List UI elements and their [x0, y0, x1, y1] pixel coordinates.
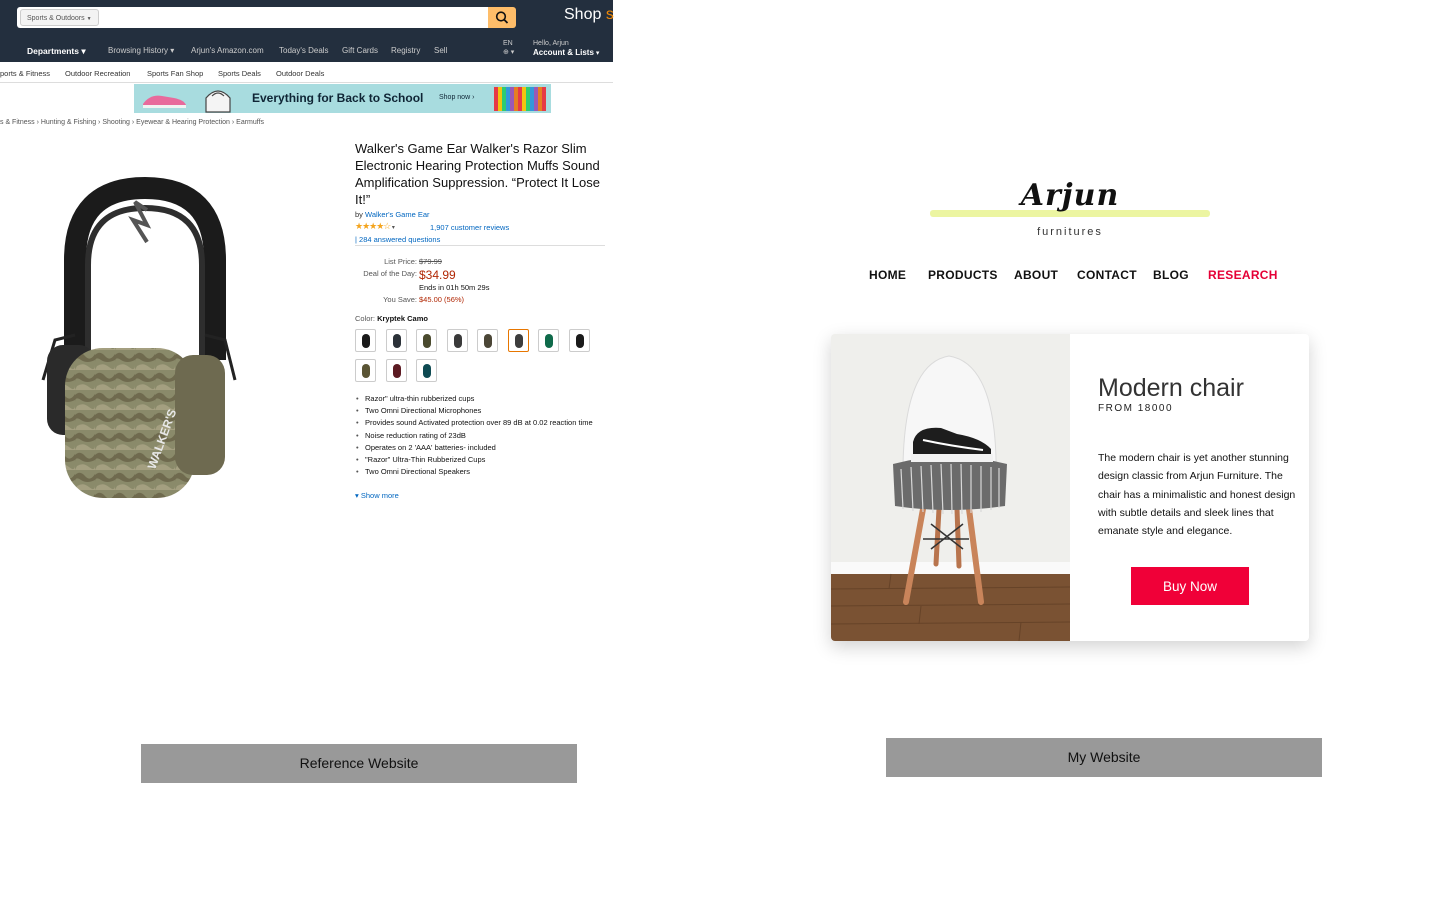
product-card: Modern chair FROM 18000 The modern chair… — [831, 334, 1309, 641]
reviews-link[interactable]: 1,907 customer reviews — [430, 223, 509, 232]
nav-home[interactable]: HOME — [869, 268, 906, 282]
list-price-label: List Price: — [384, 257, 417, 266]
shop-promo-text: Shop s — [564, 6, 614, 23]
divider — [355, 245, 605, 246]
feature-bullet: Operates on 2 'AAA' batteries- included — [355, 442, 605, 454]
search-button[interactable] — [488, 7, 516, 28]
reference-screenshot: Sports & Outdoors ▼ Shop s Departments ▾ … — [0, 0, 614, 510]
earmuff-thumbnail-icon — [514, 334, 523, 348]
deal-countdown: Ends in 01h 50m 29s — [419, 283, 490, 292]
earmuff-thumbnail-icon — [484, 334, 492, 348]
subnav-item[interactable]: Outdoor Deals — [276, 69, 324, 78]
color-label: Color: Kryptek Camo — [355, 314, 428, 323]
deal-label: Deal of the Day: — [363, 269, 417, 278]
product-price: FROM 18000 — [1098, 403, 1174, 414]
subnav-item[interactable]: Sports Fan Shop — [147, 69, 203, 78]
nav-todays-deals[interactable]: Today's Deals — [279, 46, 329, 55]
nav-departments[interactable]: Departments ▾ — [27, 46, 86, 57]
earmuff-thumbnail-icon — [423, 334, 431, 348]
color-swatch[interactable] — [355, 329, 376, 352]
chair-image — [831, 334, 1070, 641]
backpack-image — [205, 90, 231, 113]
nav-research[interactable]: RESEARCH — [1208, 268, 1278, 282]
brand-tagline: furnitures — [1037, 226, 1103, 238]
my-website-caption: My Website — [886, 738, 1322, 777]
rating-stars[interactable]: ★★★★☆ ▾ — [355, 221, 395, 232]
color-swatch[interactable] — [446, 329, 468, 352]
feature-bullet: Two Omni Directional Speakers — [355, 466, 605, 478]
nav-contact[interactable]: CONTACT — [1077, 268, 1137, 282]
earmuff-thumbnail-icon — [453, 334, 462, 348]
feature-bullet: Two Omni Directional Microphones — [355, 405, 605, 417]
promo-banner[interactable]: Everything for Back to School Shop now › — [134, 84, 551, 113]
nav-sell[interactable]: Sell — [434, 46, 447, 55]
nav-registry[interactable]: Registry — [391, 46, 420, 55]
feature-bullet: "Razor" Ultra-Thin Rubberized Cups — [355, 454, 605, 466]
breadcrumb[interactable]: s & Fitness › Hunting & Fishing › Shooti… — [0, 119, 264, 126]
color-swatch[interactable] — [538, 329, 559, 352]
earmuff-thumbnail-icon — [423, 364, 431, 378]
product-title: Walker's Game Ear Walker's Razor Slim El… — [355, 141, 600, 207]
feature-bullets: Razor" ultra-thin rubberized cupsTwo Omn… — [355, 393, 605, 479]
color-swatch[interactable] — [507, 329, 529, 352]
earmuff-thumbnail-icon — [575, 334, 584, 348]
questions-link[interactable]: | 284 answered questions — [355, 235, 440, 244]
subnav-item[interactable]: ports & Fitness — [0, 69, 50, 78]
earmuffs-product-image: WALKER'S — [41, 176, 237, 498]
color-swatch[interactable] — [416, 359, 437, 382]
list-price: $79.99 — [419, 257, 442, 266]
nav-browsing-history[interactable]: Browsing History ▾ — [108, 46, 174, 55]
brand-logo[interactable]: Arjun — [930, 178, 1210, 213]
chair-photo — [831, 334, 1070, 641]
nav-products[interactable]: PRODUCTS — [928, 268, 998, 282]
search-category-dropdown[interactable]: Sports & Outdoors ▼ — [20, 9, 99, 26]
globe-icon: ⊕ ▾ — [503, 49, 515, 56]
color-swatch[interactable] — [416, 329, 437, 352]
earmuff-thumbnail-icon — [392, 364, 401, 378]
product-description: The modern chair is yet another stunning… — [1098, 452, 1296, 538]
reference-caption: Reference Website — [141, 744, 577, 783]
product-name: Modern chair — [1098, 374, 1244, 402]
earmuff-thumbnail-icon — [362, 364, 370, 378]
language-selector[interactable]: EN ⊕ ▾ — [503, 39, 514, 57]
brand-line: by Walker's Game Ear — [355, 210, 430, 219]
you-save-label: You Save: — [383, 295, 417, 304]
caret-down-icon: ▼ — [86, 16, 92, 22]
account-menu[interactable]: Hello, Arjun Account & Lists ▾ — [533, 39, 599, 58]
brand-link[interactable]: Walker's Game Ear — [365, 210, 430, 219]
pencils-image — [494, 87, 546, 111]
subnav-item[interactable]: Sports Deals — [218, 69, 261, 78]
deal-price: $34.99 — [419, 268, 456, 282]
color-swatch[interactable] — [385, 359, 407, 382]
color-swatch[interactable] — [568, 329, 590, 352]
color-swatch[interactable] — [355, 359, 376, 382]
sneaker-image — [143, 95, 186, 108]
subnav-item[interactable]: Outdoor Recreation — [65, 69, 130, 78]
amazon-header: Sports & Outdoors ▼ Shop s Departments ▾ … — [0, 0, 614, 62]
earmuff-thumbnail-icon — [392, 334, 401, 348]
feature-bullet: Provides sound Activated protection over… — [355, 417, 605, 429]
search-bar[interactable]: Sports & Outdoors ▼ — [17, 7, 514, 28]
feature-bullet: Razor" ultra-thin rubberized cups — [355, 393, 605, 405]
nav-gift-cards[interactable]: Gift Cards — [342, 46, 378, 55]
buy-now-button[interactable]: Buy Now — [1131, 567, 1249, 605]
sub-navigation: ports & Fitness Outdoor Recreation Sport… — [0, 62, 613, 83]
search-icon — [495, 11, 509, 24]
show-more-link[interactable]: ▾ Show more — [355, 491, 399, 500]
nav-my-amazon[interactable]: Arjun's Amazon.com — [191, 46, 264, 55]
feature-bullet: Noise reduction rating of 23dB — [355, 430, 605, 442]
you-save-value: $45.00 (56%) — [419, 295, 465, 304]
earmuff-thumbnail-icon — [545, 334, 553, 348]
color-swatch[interactable] — [385, 329, 407, 352]
earmuff-thumbnail-icon — [362, 334, 370, 348]
nav-about[interactable]: ABOUT — [1014, 268, 1058, 282]
nav-blog[interactable]: BLOG — [1153, 268, 1189, 282]
color-swatch[interactable] — [477, 329, 498, 352]
